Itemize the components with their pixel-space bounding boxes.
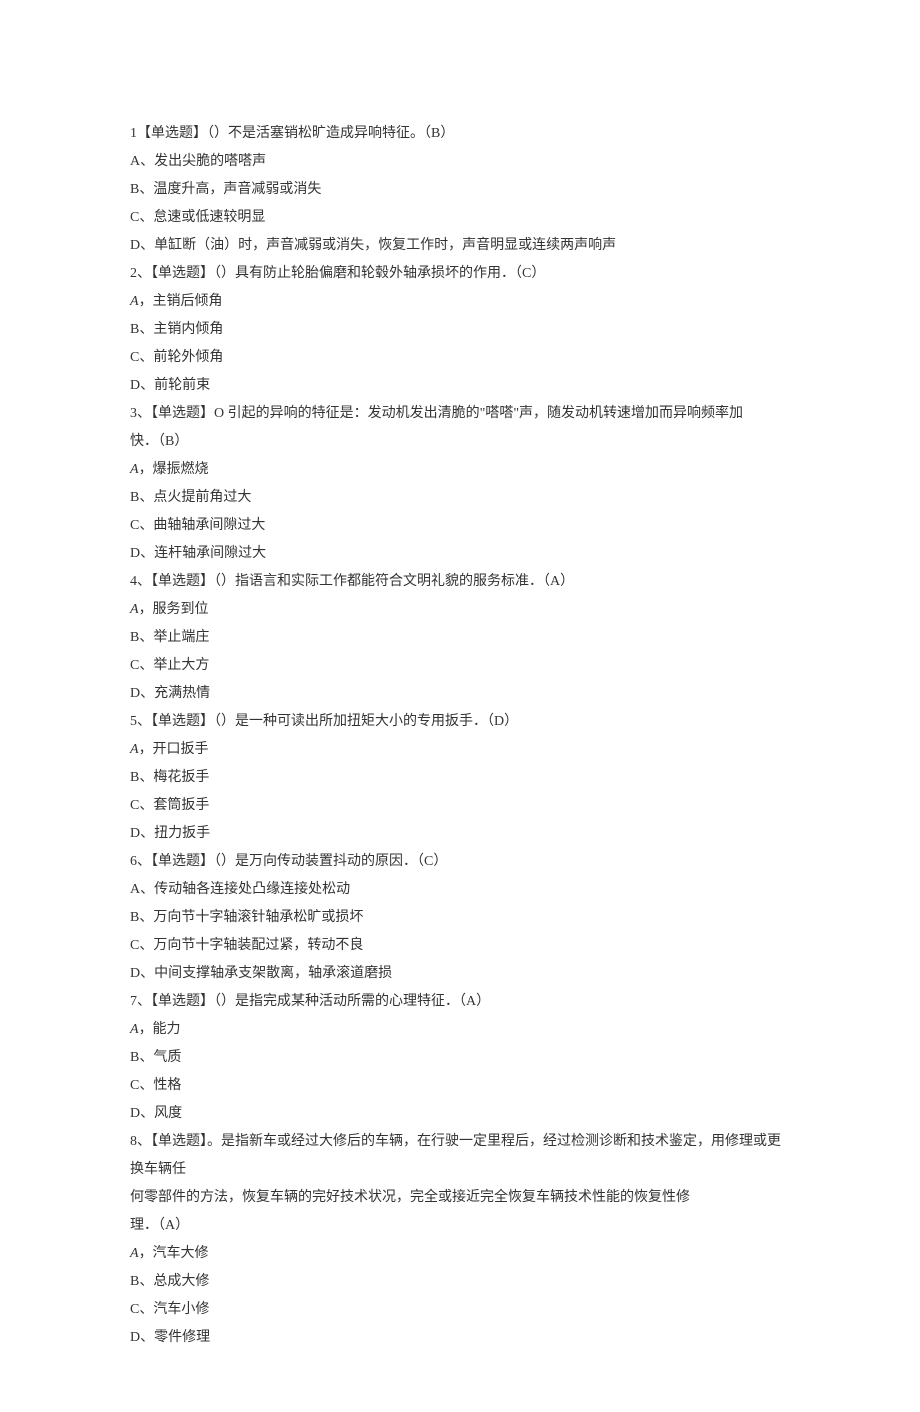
question-option: C、怠速或低速较明显 (130, 204, 790, 232)
question-option: B、主销内倾角 (130, 316, 790, 344)
question-stem-line2: 何零部件的方法，恢复车辆的完好技术状况，完全或接近完全恢复车辆技术性能的恢复性修 (130, 1184, 790, 1212)
option-rest: ，开口扳手 (139, 742, 209, 757)
option-rest: ，汽车大修 (139, 1246, 209, 1261)
question-option: C、前轮外倾角 (130, 344, 790, 372)
question-option: C、汽车小修 (130, 1296, 790, 1324)
question-option: D、风度 (130, 1100, 790, 1128)
question-stem: 7、【单选题】（）是指完成某种活动所需的心理特征．（A） (130, 988, 790, 1016)
question-option: B、梅花扳手 (130, 764, 790, 792)
question-stem: 1【单选题】（）不是活塞销松旷造成异响特征。（B） (130, 120, 790, 148)
question-stem: 5、【单选题】（）是一种可读出所加扭矩大小的专用扳手．（D） (130, 708, 790, 736)
option-rest: ，服务到位 (139, 602, 209, 617)
question-option: A，服务到位 (130, 596, 790, 624)
question-option: B、点火提前角过大 (130, 484, 790, 512)
question-option: A，汽车大修 (130, 1240, 790, 1268)
question-option: D、单缸断（油）时，声音减弱或消失，恢复工作时，声音明显或连续两声响声 (130, 232, 790, 260)
option-letter: A (130, 1022, 139, 1037)
question-option: B、温度升高，声音减弱或消失 (130, 176, 790, 204)
question-option: B、万向节十字轴滚针轴承松旷或损坏 (130, 904, 790, 932)
option-letter: A (130, 462, 139, 477)
question-option: C、万向节十字轴装配过紧，转动不良 (130, 932, 790, 960)
question-option: A，能力 (130, 1016, 790, 1044)
question-stem-line3: 理．（A） (130, 1212, 790, 1240)
question-option: C、套筒扳手 (130, 792, 790, 820)
question-option: A，爆振燃烧 (130, 456, 790, 484)
question-option: D、前轮前束 (130, 372, 790, 400)
option-letter: A (130, 294, 139, 309)
question-option: B、总成大修 (130, 1268, 790, 1296)
question-option: D、中间支撑轴承支架散离，轴承滚道磨损 (130, 960, 790, 988)
option-letter: A (130, 602, 139, 617)
question-option: C、曲轴轴承间隙过大 (130, 512, 790, 540)
question-stem: 3、【单选题】O 引起的异响的特征是：发动机发出清脆的"嗒嗒"声，随发动机转速增… (130, 400, 790, 428)
question-option: A、发出尖脆的嗒嗒声 (130, 148, 790, 176)
option-letter: A (130, 742, 139, 757)
question-stem: 2、【单选题】（）具有防止轮胎偏磨和轮毂外轴承损坏的作用．（C） (130, 260, 790, 288)
document-content: 1【单选题】（）不是活塞销松旷造成异响特征。（B） A、发出尖脆的嗒嗒声 B、温… (130, 120, 790, 1352)
option-letter: A (130, 1246, 139, 1261)
question-option: D、连杆轴承间隙过大 (130, 540, 790, 568)
question-option: A、传动轴各连接处凸缘连接处松动 (130, 876, 790, 904)
question-stem: 8、【单选题】。是指新车或经过大修后的车辆，在行驶一定里程后，经过检测诊断和技术… (130, 1128, 790, 1184)
question-option: D、零件修理 (130, 1324, 790, 1352)
question-option: D、充满热情 (130, 680, 790, 708)
question-option: A，开口扳手 (130, 736, 790, 764)
option-rest: ，爆振燃烧 (139, 462, 209, 477)
question-option: B、举止端庄 (130, 624, 790, 652)
option-rest: ，能力 (139, 1022, 181, 1037)
option-rest: ，主销后倾角 (139, 294, 223, 309)
question-stem-line2: 快．（B） (130, 428, 790, 456)
question-option: C、举止大方 (130, 652, 790, 680)
question-stem: 4、【单选题】（）指语言和实际工作都能符合文明礼貌的服务标准．（A） (130, 568, 790, 596)
question-option: A，主销后倾角 (130, 288, 790, 316)
question-stem: 6、【单选题】（）是万向传动装置抖动的原因．（C） (130, 848, 790, 876)
question-option: D、扭力扳手 (130, 820, 790, 848)
question-option: B、气质 (130, 1044, 790, 1072)
question-option: C、性格 (130, 1072, 790, 1100)
